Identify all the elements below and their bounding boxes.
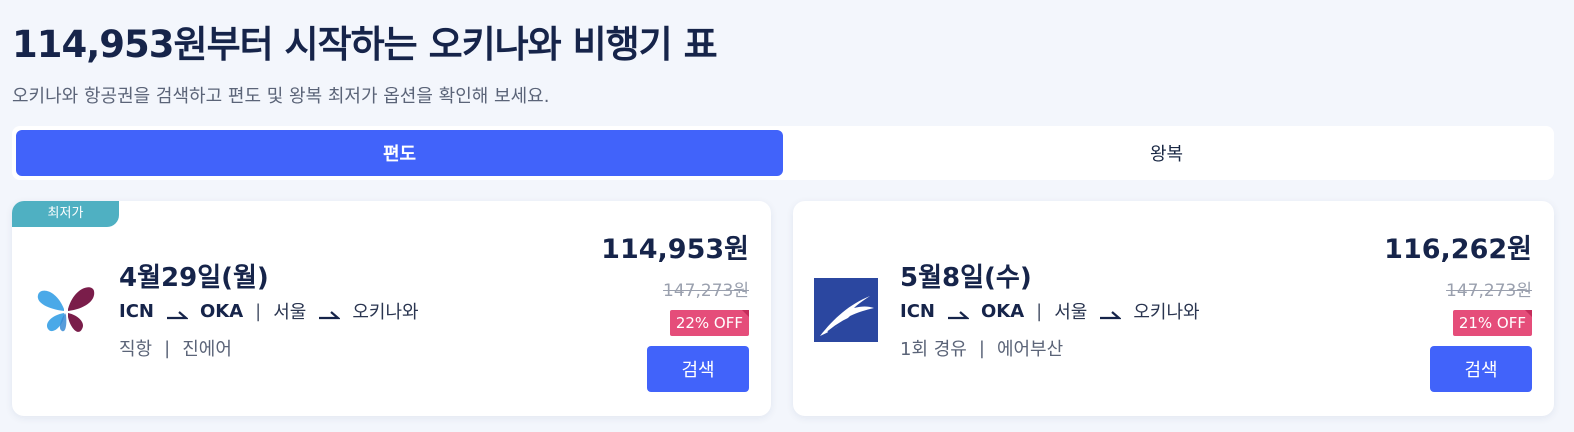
discount-badge: 21% OFF [1452,310,1533,336]
lowest-price-badge: 최저가 [12,201,119,227]
origin-code: ICN [900,300,935,322]
original-price: 147,273원 [1446,281,1532,301]
origin-city: 서울 [273,302,307,323]
current-price: 116,262원 [1384,234,1532,265]
flight-meta: 직항 | 진에어 [119,335,232,361]
page: 114,953원부터 시작하는 오키나와 비행기 표 오키나와 항공권을 검색하… [0,0,1574,432]
discount-badge: 22% OFF [669,310,750,336]
search-button[interactable]: 검색 [647,346,749,392]
flight-route: ICN OKA | 서울 오키나와 [900,298,1200,324]
search-button[interactable]: 검색 [1430,346,1532,392]
departure-date: 5월8일(수) [900,263,1032,293]
origin-city: 서울 [1054,302,1088,323]
dest-city: 오키나와 [1133,302,1200,323]
departure-date: 4월29일(월) [119,263,269,293]
arrow-right-icon [166,305,189,320]
trip-type-toggle: 편도 왕복 [12,126,1554,180]
jinair-logo-icon [34,279,98,343]
airline-name: 진에어 [182,339,232,360]
divider: | [1036,300,1043,322]
dest-city: 오키나와 [352,302,419,323]
origin-code: ICN [119,300,154,322]
stops-info: 직항 [119,339,153,360]
price-box: 114,953원 147,273원 22% OFF 검색 [601,227,750,392]
flight-card[interactable]: 5월8일(수) ICN OKA | 서울 오키나와 1회 경유 | 에어부산 1… [793,201,1554,416]
airline-name: 에어부산 [996,339,1064,360]
divider: | [255,300,262,322]
flight-meta: 1회 경유 | 에어부산 [900,335,1063,361]
one-way-tab[interactable]: 편도 [16,130,783,176]
divider: | [164,337,171,359]
round-trip-tab[interactable]: 왕복 [783,130,1550,176]
arrow-right-icon [1099,305,1123,320]
dest-code: OKA [980,300,1025,322]
page-title: 114,953원부터 시작하는 오키나와 비행기 표 [12,23,718,66]
flight-route: ICN OKA | 서울 오키나와 [119,298,419,324]
page-subtitle: 오키나와 항공권을 검색하고 편도 및 왕복 최저가 옵션을 확인해 보세요. [12,86,550,107]
arrow-right-icon [947,305,970,320]
price-box: 116,262원 147,273원 21% OFF 검색 [1384,227,1533,392]
dest-code: OKA [199,300,244,322]
stops-info: 1회 경유 [900,339,967,360]
arrow-right-icon [318,305,342,320]
original-price: 147,273원 [663,281,749,301]
current-price: 114,953원 [601,234,749,265]
divider: | [978,337,985,359]
flight-card[interactable]: 최저가 4월29일(월) ICN OKA | 서울 오키나와 직항 | 진에어 … [12,201,771,416]
airbusan-logo-icon [814,278,878,342]
